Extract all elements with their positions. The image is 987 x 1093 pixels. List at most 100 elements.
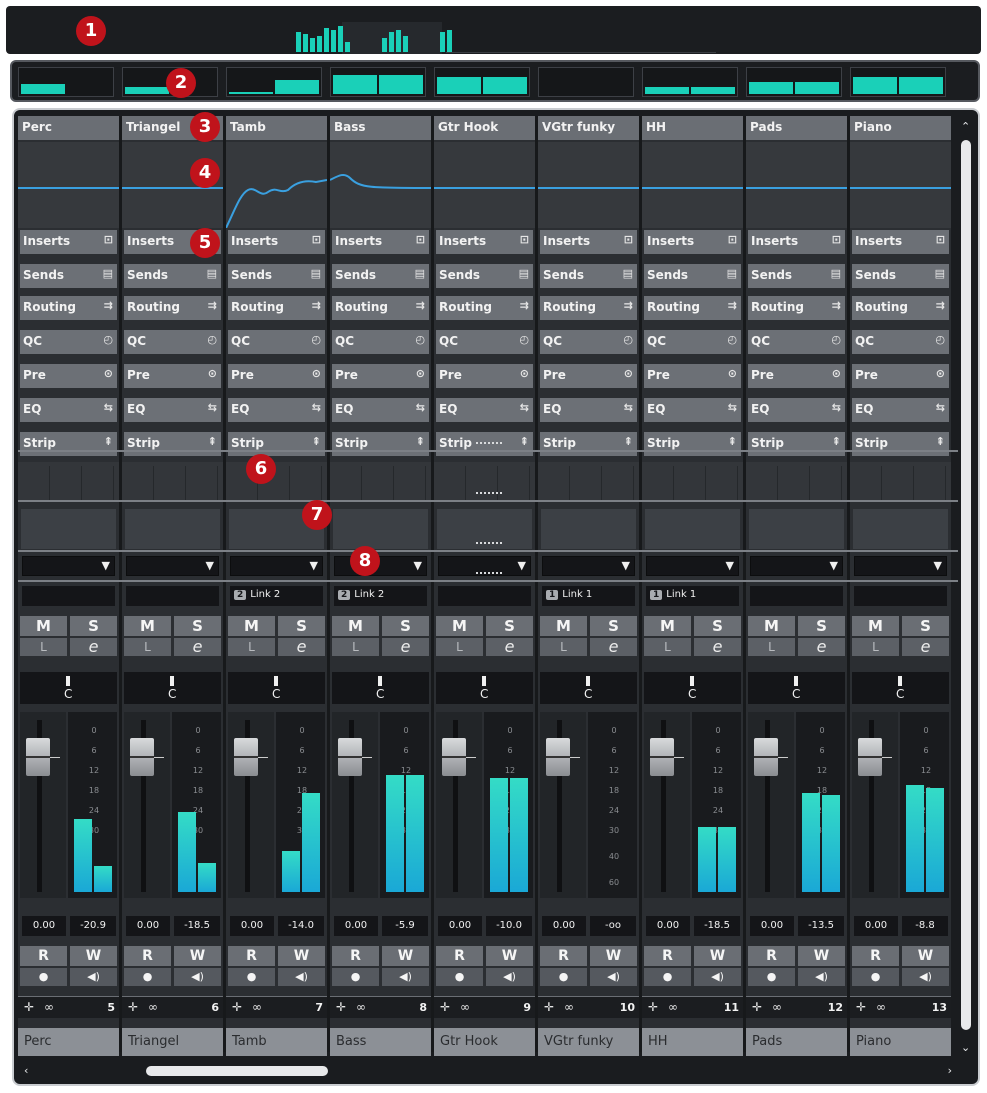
link-group-field[interactable] [22, 586, 115, 606]
mute-button[interactable]: M [124, 616, 171, 636]
channel-overview-bar[interactable] [6, 6, 981, 54]
quick-controls-icon[interactable]: ◴ [935, 333, 945, 346]
read-automation-button[interactable]: R [20, 946, 67, 966]
pre-icon[interactable]: ⊙ [208, 367, 217, 380]
peak-value-display[interactable]: -13.5 [798, 916, 844, 936]
eq-icon[interactable]: ⇆ [624, 401, 633, 414]
sends-icon[interactable]: ▤ [311, 267, 321, 280]
record-enable-icon[interactable]: ● [20, 968, 67, 986]
link-group-field[interactable]: 2 Link 2 [230, 586, 323, 606]
write-automation-button[interactable]: W [902, 946, 949, 966]
section-routing-button[interactable]: Routing ⇉ [228, 296, 325, 320]
quick-controls-area[interactable] [746, 462, 847, 502]
section-routing-button[interactable]: Routing ⇉ [124, 296, 221, 320]
section-pre-button[interactable]: Pre ⊙ [852, 364, 949, 388]
monitor-icon[interactable]: ◀) [798, 968, 845, 986]
solo-button[interactable]: S [278, 616, 325, 636]
volume-fader[interactable] [20, 712, 66, 898]
read-automation-button[interactable]: R [748, 946, 795, 966]
strip-icon[interactable]: ⇞ [936, 435, 945, 448]
quick-controls-area[interactable] [18, 462, 119, 502]
edit-channel-button[interactable]: e [590, 638, 637, 656]
section-inserts-button[interactable]: Inserts ⊡ [436, 230, 533, 254]
strip-icon[interactable]: ⇞ [312, 435, 321, 448]
edit-channel-button[interactable]: e [278, 638, 325, 656]
solo-button[interactable]: S [902, 616, 949, 636]
solo-button[interactable]: S [382, 616, 429, 636]
link-group-field[interactable]: 2 Link 2 [334, 586, 427, 606]
link-icon[interactable]: ∞ [148, 1000, 158, 1014]
section-eq-button[interactable]: EQ ⇆ [124, 398, 221, 422]
quick-control-slot[interactable] [86, 466, 114, 500]
mute-button[interactable]: M [228, 616, 275, 636]
eq-curve-display[interactable] [850, 142, 951, 228]
quick-control-slot[interactable] [814, 466, 842, 500]
link-group-field[interactable] [854, 586, 947, 606]
peak-value-display[interactable]: -5.9 [382, 916, 428, 936]
section-pre-button[interactable]: Pre ⊙ [748, 364, 845, 388]
quick-control-slot[interactable] [126, 466, 154, 500]
channel-overview[interactable] [286, 22, 726, 54]
quick-control-slot[interactable] [22, 466, 50, 500]
vertical-scrollbar[interactable]: ⌃ ⌄ [957, 116, 975, 1056]
edit-channel-button[interactable]: e [70, 638, 117, 656]
sends-icon[interactable]: ▤ [207, 267, 217, 280]
fader-handle[interactable] [754, 738, 778, 776]
routing-icon[interactable]: ⇉ [728, 299, 737, 312]
sends-icon[interactable]: ▤ [415, 267, 425, 280]
quick-control-slot[interactable] [574, 466, 602, 500]
fader-handle[interactable] [338, 738, 362, 776]
sends-icon[interactable]: ▤ [103, 267, 113, 280]
section-routing-button[interactable]: Routing ⇉ [852, 296, 949, 320]
fader-handle[interactable] [650, 738, 674, 776]
mute-button[interactable]: M [332, 616, 379, 636]
eq-icon[interactable]: ⇆ [208, 401, 217, 414]
quick-controls-area[interactable] [538, 462, 639, 502]
section-inserts-button[interactable]: Inserts ⊡ [748, 230, 845, 254]
section-inserts-button[interactable]: Inserts ⊡ [20, 230, 117, 254]
quick-control-slot[interactable] [782, 466, 810, 500]
strip-icon[interactable]: ⇞ [208, 435, 217, 448]
quick-control-slot[interactable] [366, 466, 394, 500]
routing-icon[interactable]: ⇉ [832, 299, 841, 312]
section-sends-button[interactable]: Sends ▤ [20, 264, 117, 288]
quick-controls-area[interactable] [226, 462, 327, 502]
section-routing-button[interactable]: Routing ⇉ [748, 296, 845, 320]
section-sends-button[interactable]: Sends ▤ [228, 264, 325, 288]
read-automation-button[interactable]: R [540, 946, 587, 966]
channel-name-footer[interactable]: Triangel [122, 1028, 223, 1056]
quick-controls-icon[interactable]: ◴ [103, 333, 113, 346]
section-inserts-button[interactable]: Inserts ⊡ [644, 230, 741, 254]
volume-fader[interactable] [540, 712, 586, 898]
inserts-icon[interactable]: ⊡ [728, 233, 737, 246]
channel-name-header[interactable]: Bass [330, 116, 431, 140]
link-group-field[interactable] [126, 586, 219, 606]
channel-name-footer[interactable]: Piano [850, 1028, 951, 1056]
eq-icon[interactable]: ⇆ [520, 401, 529, 414]
section-inserts-button[interactable]: Inserts ⊡ [852, 230, 949, 254]
routing-icon[interactable]: ⇉ [936, 299, 945, 312]
link-icon[interactable]: ∞ [460, 1000, 470, 1014]
channel-picture-slot[interactable] [124, 508, 221, 550]
section-routing-button[interactable]: Routing ⇉ [436, 296, 533, 320]
vertical-scroll-thumb[interactable] [961, 140, 971, 1030]
quick-control-slot[interactable] [438, 466, 466, 500]
write-automation-button[interactable]: W [382, 946, 429, 966]
pre-icon[interactable]: ⊙ [520, 367, 529, 380]
inserts-icon[interactable]: ⊡ [312, 233, 321, 246]
quick-control-slot[interactable] [470, 466, 498, 500]
volume-fader[interactable] [124, 712, 170, 898]
pan-control[interactable]: C [644, 672, 741, 704]
pre-icon[interactable]: ⊙ [416, 367, 425, 380]
monitor-icon[interactable]: ◀) [382, 968, 429, 986]
strip-icon[interactable]: ⇞ [832, 435, 841, 448]
rack-divider[interactable] [18, 580, 958, 583]
section-pre-button[interactable]: Pre ⊙ [436, 364, 533, 388]
quick-control-slot[interactable] [854, 466, 882, 500]
rack-resize-handle[interactable] [476, 572, 502, 574]
fader-value-display[interactable]: 0.00 [334, 916, 378, 936]
pre-icon[interactable]: ⊙ [936, 367, 945, 380]
mute-button[interactable]: M [644, 616, 691, 636]
channel-dropdown[interactable]: ▼ [22, 556, 115, 576]
record-enable-icon[interactable]: ● [436, 968, 483, 986]
